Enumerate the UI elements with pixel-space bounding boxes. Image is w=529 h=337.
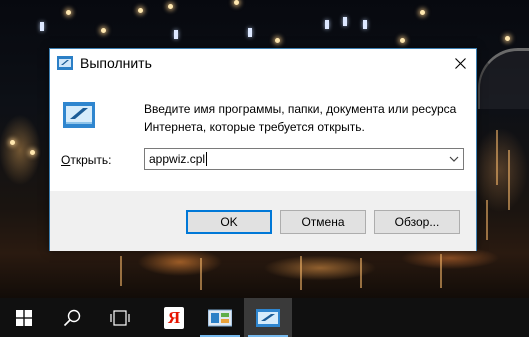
text-caret [206, 152, 207, 166]
run-taskbar-button[interactable] [244, 298, 292, 337]
open-input[interactable]: appwiz.cpl [149, 152, 205, 166]
task-view-icon [110, 309, 130, 326]
city-light [420, 10, 425, 15]
water-reflection [440, 254, 442, 288]
street-lamp [363, 20, 367, 29]
windows-start-icon [16, 309, 32, 326]
open-label-text: ткрыть: [70, 153, 112, 167]
taskbar: Я [0, 298, 529, 337]
water-reflection [508, 150, 510, 210]
water-reflection [120, 256, 122, 286]
street-lamp [325, 20, 329, 29]
dialog-description: Введите имя программы, папки, документа … [144, 102, 457, 134]
dialog-title: Выполнить [80, 55, 152, 71]
water-reflection [300, 256, 302, 290]
open-combobox[interactable]: appwiz.cpl [144, 148, 464, 170]
city-light [505, 36, 510, 41]
chevron-down-icon[interactable] [448, 153, 460, 165]
bridge-decoration [478, 48, 529, 109]
water-reflection [496, 130, 498, 185]
city-light [400, 38, 405, 43]
title-bar[interactable]: Выполнить [50, 49, 476, 78]
run-dialog: Выполнить Введите имя программы, папки, … [49, 48, 477, 251]
water-reflection [200, 258, 202, 290]
run-program-icon [63, 102, 95, 128]
city-light [275, 38, 280, 43]
control-panel-button[interactable] [196, 298, 244, 337]
close-button[interactable] [444, 49, 476, 78]
water-reflection [360, 258, 362, 288]
street-lamp [248, 28, 252, 37]
yandex-browser-icon: Я [164, 306, 184, 329]
cancel-button[interactable]: Отмена [280, 210, 366, 234]
city-light [101, 28, 106, 33]
city-light [234, 0, 239, 5]
water-reflection [486, 200, 488, 240]
city-light [66, 10, 71, 15]
street-lamp [343, 17, 347, 26]
search-button[interactable] [48, 298, 96, 337]
open-label-mnemonic: О [61, 153, 71, 167]
yandex-browser-button[interactable]: Я [150, 298, 198, 337]
street-lamp [174, 30, 178, 39]
city-light [168, 4, 173, 9]
street-lamp [40, 22, 44, 31]
search-icon [63, 309, 81, 326]
browse-button[interactable]: Обзор... [374, 210, 460, 234]
ok-button[interactable]: OK [186, 210, 272, 234]
close-icon [454, 58, 466, 69]
start-button[interactable] [0, 298, 48, 337]
run-icon [256, 308, 280, 327]
city-light [138, 8, 143, 13]
open-label: Открыть: [61, 153, 111, 167]
city-light [10, 140, 15, 145]
city-light [30, 150, 35, 155]
task-view-button[interactable] [96, 298, 144, 337]
control-panel-icon [208, 309, 232, 326]
run-icon [57, 56, 73, 70]
